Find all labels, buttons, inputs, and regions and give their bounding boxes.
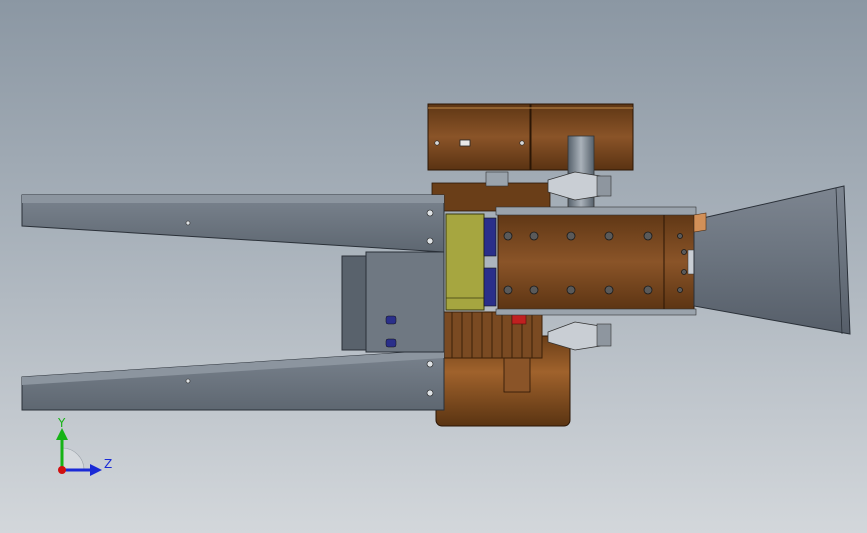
y-axis-label: Y xyxy=(57,416,66,430)
mount-plate[interactable] xyxy=(341,251,445,353)
cad-viewport[interactable]: Y Z xyxy=(0,0,867,533)
cooling-fins xyxy=(441,311,543,359)
junction-box-left[interactable] xyxy=(427,103,531,171)
top-junction-boxes[interactable] xyxy=(427,103,634,171)
gripper-arm-upper[interactable] xyxy=(21,194,445,253)
junction-slot xyxy=(459,139,471,147)
triad-origin xyxy=(58,466,66,474)
junction-screw xyxy=(519,140,525,146)
blue-clamp-lower[interactable] xyxy=(483,267,497,307)
gripper-arm-lower[interactable] xyxy=(21,349,445,411)
coordinate-triad: Y Z xyxy=(56,416,112,476)
main-housing[interactable] xyxy=(495,206,697,316)
red-indicator xyxy=(511,313,527,325)
horn-funnel[interactable] xyxy=(693,185,851,335)
triad-arc xyxy=(61,447,85,471)
fan-hub[interactable] xyxy=(431,171,551,212)
z-axis-label: Z xyxy=(104,457,112,471)
z-axis-arrow xyxy=(90,464,102,476)
blue-clamp-upper[interactable] xyxy=(483,217,497,257)
pneumatic-fitting-upper[interactable] xyxy=(547,171,612,201)
junction-screw xyxy=(434,140,440,146)
olive-panel[interactable] xyxy=(445,213,485,311)
